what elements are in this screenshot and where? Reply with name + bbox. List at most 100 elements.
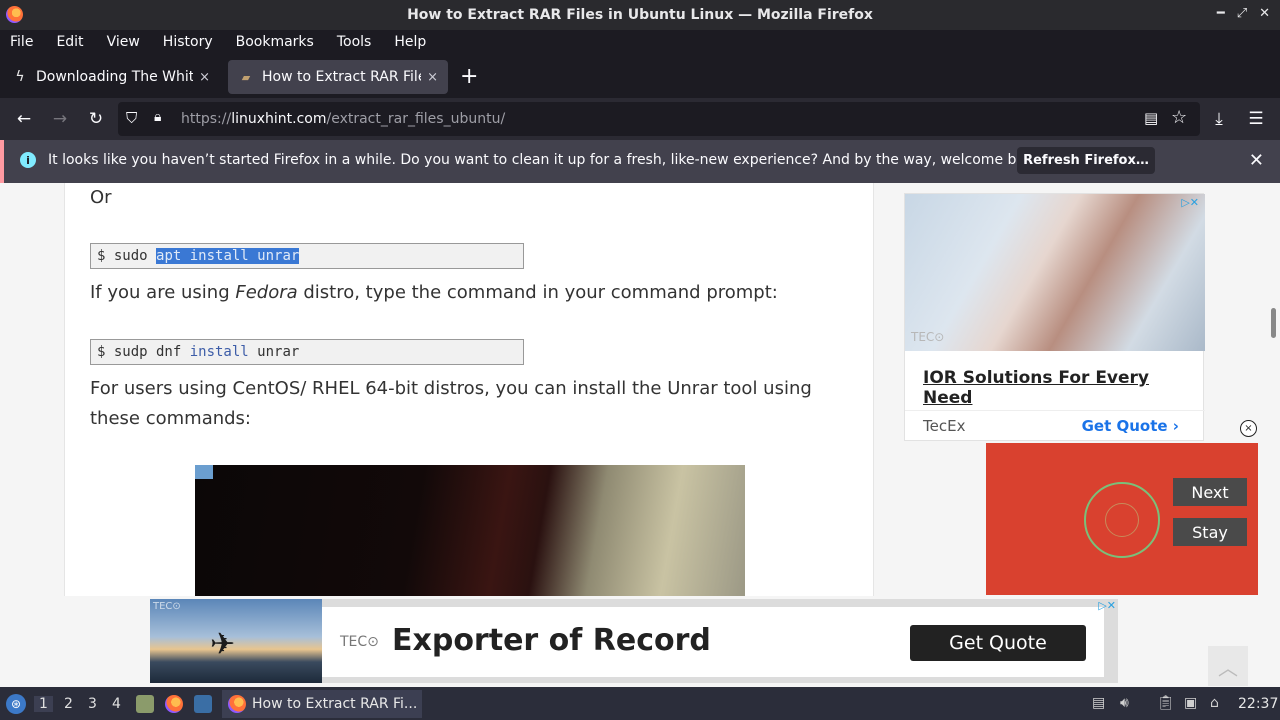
side-ad-card[interactable]: ▷✕ TEC⊙ IOR Solutions For Every Need Tec… bbox=[904, 193, 1205, 442]
code-block-dnf[interactable]: $ sudp dnf install unrar bbox=[90, 339, 524, 365]
page-scrollbar[interactable] bbox=[1271, 308, 1276, 338]
embedded-video[interactable] bbox=[195, 465, 745, 605]
reader-view-icon[interactable]: ▤ bbox=[1144, 109, 1158, 127]
display-icon[interactable]: ▣ bbox=[1184, 695, 1197, 711]
ad-logo: TEC⊙ bbox=[911, 330, 945, 344]
code-rest: unrar bbox=[248, 344, 300, 360]
workspace-2[interactable]: 2 bbox=[64, 696, 73, 712]
page-content: Or $ sudo apt install unrar If you are u… bbox=[0, 183, 1280, 687]
scroll-to-top-button[interactable]: ︿ bbox=[1208, 646, 1248, 686]
taskbar: ⊛ 1 2 3 4 How to Extract RAR Fi... ▤ 🔊︎ … bbox=[0, 687, 1280, 720]
url-bar[interactable]: ⛉ 🔒︎ https://linuxhint.com/extract_rar_f… bbox=[118, 102, 1200, 136]
volume-icon[interactable]: 🔊︎ bbox=[1120, 695, 1129, 711]
ad-image[interactable] bbox=[905, 194, 1205, 351]
navigation-bar: ← → ↻ ⛉ 🔒︎ https://linuxhint.com/extract… bbox=[0, 98, 1280, 140]
ad-headline[interactable]: IOR Solutions For Every Need bbox=[923, 368, 1203, 408]
tab-downloading[interactable]: ϟ Downloading The White Lotus × bbox=[2, 60, 220, 94]
menu-view[interactable]: View bbox=[107, 34, 140, 50]
terminal-icon[interactable] bbox=[194, 695, 212, 713]
notification-message: It looks like you haven’t started Firefo… bbox=[48, 152, 1047, 168]
next-button[interactable]: Next bbox=[1173, 478, 1247, 506]
ad-mark: TEC⊙ bbox=[153, 601, 181, 612]
tab-close-icon[interactable]: × bbox=[427, 70, 438, 85]
video-corner-marker bbox=[195, 465, 213, 479]
shield-icon[interactable]: ⛉ bbox=[126, 109, 137, 127]
back-icon[interactable]: ← bbox=[13, 108, 35, 130]
workspace-1[interactable]: 1 bbox=[34, 696, 53, 712]
new-tab-button[interactable]: + bbox=[460, 64, 478, 89]
bottom-banner-ad[interactable]: TEC⊙ ✈ TEC⊙ Exporter of Record Get Quote… bbox=[0, 596, 1280, 687]
airplane-image[interactable]: TEC⊙ ✈ bbox=[150, 599, 322, 683]
ad-advertiser: TecEx bbox=[923, 417, 966, 435]
menu-bar: File Edit View History Bookmarks Tools H… bbox=[0, 30, 1280, 54]
centos-paragraph-line1: For users using CentOS/ RHEL 64-bit dist… bbox=[90, 378, 812, 399]
maximize-icon[interactable]: ⤢ bbox=[1237, 6, 1247, 21]
url-domain: linuxhint.com bbox=[231, 111, 327, 127]
notification-bar: i It looks like you haven’t started Fire… bbox=[0, 140, 1280, 183]
menu-edit[interactable]: Edit bbox=[56, 34, 83, 50]
menu-help[interactable]: Help bbox=[394, 34, 426, 50]
video-ad[interactable]: Next Stay bbox=[986, 443, 1258, 595]
window-titlebar: How to Extract RAR Files in Ubuntu Linux… bbox=[0, 0, 1280, 30]
lock-icon[interactable]: 🔒︎ bbox=[154, 109, 161, 125]
banner-logo: TEC⊙ bbox=[340, 634, 379, 650]
fedora-post: distro, type the command in your command… bbox=[297, 282, 778, 303]
or-text: Or bbox=[90, 187, 112, 208]
firefox-launcher-icon[interactable] bbox=[165, 695, 183, 713]
site-favicon-icon: ▰ bbox=[241, 70, 251, 84]
banner-headline[interactable]: Exporter of Record bbox=[392, 623, 711, 658]
code-selected-text: apt install unrar bbox=[156, 248, 300, 264]
hamburger-menu-icon[interactable]: ☰ bbox=[1245, 108, 1267, 130]
banner-inner: TEC⊙ ✈ TEC⊙ Exporter of Record Get Quote… bbox=[150, 599, 1118, 683]
tab-extract-rar[interactable]: ▰ How to Extract RAR Files in Ubuntu Lin… bbox=[228, 60, 448, 94]
clipboard-icon[interactable]: 📋︎ bbox=[1157, 695, 1175, 711]
workspace-4[interactable]: 4 bbox=[112, 696, 121, 712]
ad-footer: TecEx Get Quote › bbox=[905, 410, 1205, 442]
task-title: How to Extract RAR Fi... bbox=[252, 696, 418, 712]
tab-title: How to Extract RAR Files in Ubuntu Linux bbox=[262, 69, 421, 85]
airplane-icon: ✈ bbox=[210, 627, 236, 662]
taskbar-firefox-task[interactable]: How to Extract RAR Fi... bbox=[222, 690, 422, 718]
refresh-firefox-button[interactable]: Refresh Firefox… bbox=[1017, 147, 1155, 174]
workspace-3[interactable]: 3 bbox=[88, 696, 97, 712]
forward-icon[interactable]: → bbox=[49, 108, 71, 130]
menu-file[interactable]: File bbox=[10, 34, 33, 50]
downloads-icon[interactable]: ⤓ bbox=[1208, 108, 1230, 130]
file-manager-icon[interactable] bbox=[136, 695, 154, 713]
window-controls: ━ ⤢ ✕ bbox=[1217, 6, 1270, 21]
firefox-logo-icon bbox=[6, 6, 23, 23]
start-menu-icon[interactable]: ⊛ bbox=[6, 694, 26, 714]
tray-app-icon[interactable]: ▤ bbox=[1092, 695, 1105, 711]
code-block-apt[interactable]: $ sudo apt install unrar bbox=[90, 243, 524, 269]
adchoices-icon[interactable]: ▷✕ bbox=[1098, 599, 1116, 612]
tab-close-icon[interactable]: × bbox=[199, 70, 210, 85]
reload-icon[interactable]: ↻ bbox=[85, 108, 107, 130]
window-title: How to Extract RAR Files in Ubuntu Linux… bbox=[407, 7, 873, 23]
tab-bar: ϟ Downloading The White Lotus × ▰ How to… bbox=[0, 56, 1280, 98]
banner-get-quote-button[interactable]: Get Quote bbox=[910, 625, 1086, 661]
code-prompt: $ sudo bbox=[97, 248, 157, 264]
bookmark-star-icon[interactable]: ☆ bbox=[1171, 107, 1187, 128]
get-quote-link[interactable]: Get Quote › bbox=[1082, 417, 1179, 435]
banner-content: TEC⊙ Exporter of Record Get Quote bbox=[322, 607, 1104, 677]
menu-tools[interactable]: Tools bbox=[337, 34, 372, 50]
menu-bookmarks[interactable]: Bookmarks bbox=[236, 34, 314, 50]
close-ad-icon[interactable]: × bbox=[1240, 420, 1257, 437]
menu-history[interactable]: History bbox=[163, 34, 213, 50]
info-icon: i bbox=[20, 152, 36, 168]
adchoices-icon[interactable]: ▷✕ bbox=[1181, 196, 1199, 209]
fedora-em: Fedora bbox=[235, 282, 298, 303]
code-prompt: $ sudp dnf bbox=[97, 344, 190, 360]
lightning-icon: ϟ bbox=[15, 69, 25, 85]
network-icon[interactable]: ⌂ bbox=[1210, 695, 1219, 711]
stay-button[interactable]: Stay bbox=[1173, 518, 1247, 546]
url-path: /extract_rar_files_ubuntu/ bbox=[326, 111, 506, 127]
close-icon[interactable]: ✕ bbox=[1249, 150, 1264, 171]
code-keyword: install bbox=[189, 344, 249, 360]
clock: 22:37 bbox=[1238, 696, 1279, 712]
firefox-icon bbox=[228, 695, 246, 713]
close-icon[interactable]: ✕ bbox=[1259, 6, 1270, 21]
minimize-icon[interactable]: ━ bbox=[1217, 6, 1225, 21]
fedora-pre: If you are using bbox=[90, 282, 236, 303]
url-text[interactable]: https://linuxhint.com/extract_rar_files_… bbox=[181, 111, 505, 127]
